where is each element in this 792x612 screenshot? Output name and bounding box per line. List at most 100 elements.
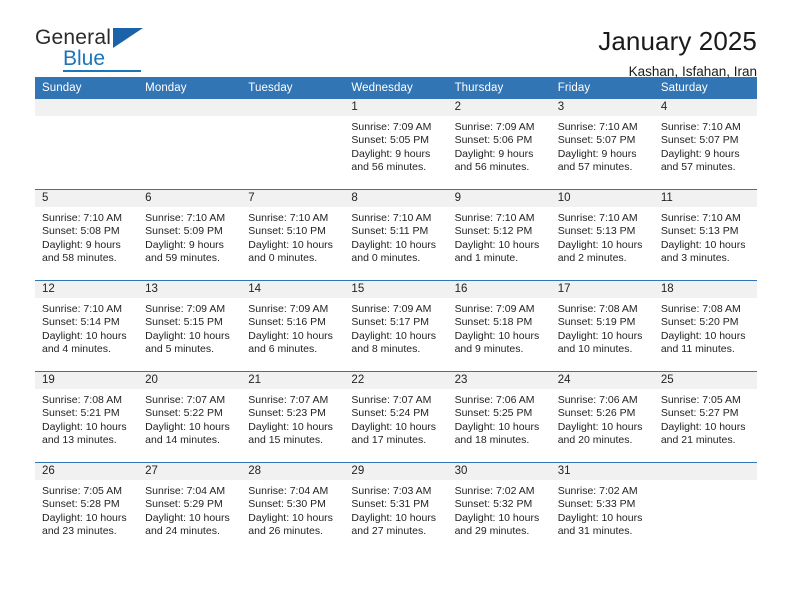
calendar-day-cell[interactable]: 4 Sunrise: 7:10 AM Sunset: 5:07 PM Daylight… bbox=[653, 99, 757, 190]
sunrise-time: Sunrise: 7:10 AM bbox=[557, 121, 638, 133]
day-number: 16 bbox=[447, 281, 551, 298]
day-cell-content: 17 Sunrise: 7:08 AM Sunset: 5:19 PM Dayligh… bbox=[550, 281, 654, 371]
day-cell-details: Sunrise: 7:10 AM Sunset: 5:11 PM Daylight:… bbox=[344, 207, 447, 266]
calendar-day-cell[interactable]: 18 Sunrise: 7:08 AM Sunset: 5:20 PM Dayligh… bbox=[653, 280, 757, 372]
day-number bbox=[138, 99, 242, 116]
day-cell-details: Sunrise: 7:10 AM Sunset: 5:07 PM Daylight:… bbox=[551, 116, 654, 175]
sunrise-time: Sunrise: 7:10 AM bbox=[660, 121, 741, 133]
general-blue-logo[interactable]: General Blue bbox=[35, 26, 155, 72]
day-cell-details: Sunrise: 7:10 AM Sunset: 5:08 PM Daylight:… bbox=[35, 207, 138, 266]
calendar-day-cell[interactable]: 8 Sunrise: 7:10 AM Sunset: 5:11 PM Daylight… bbox=[344, 189, 448, 281]
daylight-duration-line1: Daylight: 10 hours bbox=[557, 511, 643, 524]
day-cell-content: 18 Sunrise: 7:08 AM Sunset: 5:20 PM Dayligh… bbox=[653, 281, 757, 371]
day-number: 13 bbox=[138, 281, 242, 298]
calendar-day-cell bbox=[138, 99, 242, 190]
calendar-day-cell[interactable]: 16 Sunrise: 7:09 AM Sunset: 5:18 PM Dayligh… bbox=[447, 280, 551, 372]
daylight-duration-line2: and 57 minutes. bbox=[660, 161, 736, 174]
sunrise-time: Sunrise: 7:10 AM bbox=[351, 212, 432, 224]
sunset-time: Sunset: 5:26 PM bbox=[557, 407, 636, 420]
day-cell-details: Sunrise: 7:02 AM Sunset: 5:32 PM Daylight:… bbox=[448, 480, 551, 539]
page-subtitle-location: Kashan, Isfahan, Iran bbox=[628, 64, 757, 80]
day-number: 23 bbox=[447, 372, 551, 389]
sunrise-time: Sunrise: 7:08 AM bbox=[42, 394, 122, 406]
sunrise-time: Sunrise: 7:07 AM bbox=[248, 394, 329, 406]
day-cell-content: 24 Sunrise: 7:06 AM Sunset: 5:26 PM Dayligh… bbox=[550, 372, 654, 462]
sunset-time: Sunset: 5:07 PM bbox=[660, 134, 739, 147]
calendar-day-cell[interactable]: 23 Sunrise: 7:06 AM Sunset: 5:25 PM Dayligh… bbox=[447, 371, 551, 463]
day-cell-content: 15 Sunrise: 7:09 AM Sunset: 5:17 PM Dayligh… bbox=[344, 281, 448, 371]
calendar-day-cell[interactable]: 31 Sunrise: 7:02 AM Sunset: 5:33 PM Dayligh… bbox=[550, 462, 654, 553]
daylight-duration-line1: Daylight: 10 hours bbox=[42, 329, 127, 342]
sunset-time: Sunset: 5:05 PM bbox=[351, 134, 430, 147]
calendar-day-cell[interactable]: 12 Sunrise: 7:10 AM Sunset: 5:14 PM Dayligh… bbox=[35, 280, 139, 372]
day-cell-details: Sunrise: 7:09 AM Sunset: 5:15 PM Daylight:… bbox=[138, 298, 241, 357]
calendar-day-cell[interactable]: 21 Sunrise: 7:07 AM Sunset: 5:23 PM Dayligh… bbox=[241, 371, 345, 463]
calendar-day-cell[interactable]: 7 Sunrise: 7:10 AM Sunset: 5:10 PM Daylight… bbox=[241, 189, 345, 281]
day-cell-details: Sunrise: 7:05 AM Sunset: 5:27 PM Daylight:… bbox=[654, 389, 757, 448]
daylight-duration-line1: Daylight: 10 hours bbox=[145, 329, 230, 342]
calendar-day-cell[interactable]: 5 Sunrise: 7:10 AM Sunset: 5:08 PM Daylight… bbox=[35, 189, 139, 281]
calendar-day-cell[interactable]: 24 Sunrise: 7:06 AM Sunset: 5:26 PM Dayligh… bbox=[550, 371, 654, 463]
calendar-day-cell[interactable]: 19 Sunrise: 7:08 AM Sunset: 5:21 PM Dayligh… bbox=[35, 371, 139, 463]
day-cell-details: Sunrise: 7:09 AM Sunset: 5:18 PM Daylight:… bbox=[448, 298, 551, 357]
sunset-time: Sunset: 5:10 PM bbox=[248, 225, 326, 238]
daylight-duration-line1: Daylight: 10 hours bbox=[145, 511, 230, 524]
day-cell-details: Sunrise: 7:06 AM Sunset: 5:25 PM Daylight:… bbox=[448, 389, 551, 448]
day-cell-details: Sunrise: 7:10 AM Sunset: 5:13 PM Daylight:… bbox=[654, 207, 757, 266]
calendar-day-cell[interactable]: 29 Sunrise: 7:03 AM Sunset: 5:31 PM Dayligh… bbox=[344, 462, 448, 553]
daylight-duration-line2: and 29 minutes. bbox=[454, 525, 530, 538]
sunrise-time: Sunrise: 7:08 AM bbox=[557, 303, 638, 315]
sunrise-time: Sunrise: 7:09 AM bbox=[145, 303, 226, 315]
daylight-duration-line1: Daylight: 10 hours bbox=[351, 238, 437, 251]
calendar-day-cell[interactable]: 25 Sunrise: 7:05 AM Sunset: 5:27 PM Dayligh… bbox=[653, 371, 757, 463]
calendar-day-cell[interactable]: 11 Sunrise: 7:10 AM Sunset: 5:13 PM Dayligh… bbox=[653, 189, 757, 281]
sunrise-time: Sunrise: 7:02 AM bbox=[557, 485, 638, 497]
daylight-duration-line2: and 1 minute. bbox=[454, 252, 519, 265]
calendar-day-cell[interactable]: 20 Sunrise: 7:07 AM Sunset: 5:22 PM Dayligh… bbox=[138, 371, 242, 463]
calendar-day-cell[interactable]: 27 Sunrise: 7:04 AM Sunset: 5:29 PM Dayligh… bbox=[138, 462, 242, 553]
weekday-header-row: Sunday Monday Tuesday Wednesday Thursday… bbox=[35, 77, 757, 99]
calendar-day-cell[interactable]: 10 Sunrise: 7:10 AM Sunset: 5:13 PM Dayligh… bbox=[550, 189, 654, 281]
calendar-day-cell[interactable]: 9 Sunrise: 7:10 AM Sunset: 5:12 PM Daylight… bbox=[447, 189, 551, 281]
weekday-header-friday: Friday bbox=[550, 77, 654, 99]
daylight-duration-line1: Daylight: 10 hours bbox=[145, 420, 230, 433]
sunrise-time: Sunrise: 7:09 AM bbox=[248, 303, 329, 315]
daylight-duration-line1: Daylight: 10 hours bbox=[351, 420, 437, 433]
day-number: 11 bbox=[653, 190, 757, 207]
calendar-day-cell[interactable]: 14 Sunrise: 7:09 AM Sunset: 5:16 PM Dayligh… bbox=[241, 280, 345, 372]
calendar-day-cell[interactable]: 2 Sunrise: 7:09 AM Sunset: 5:06 PM Daylight… bbox=[447, 99, 551, 190]
sunrise-time: Sunrise: 7:10 AM bbox=[42, 212, 122, 224]
sunset-time: Sunset: 5:13 PM bbox=[557, 225, 636, 238]
day-cell-content: 1 Sunrise: 7:09 AM Sunset: 5:05 PM Daylight… bbox=[344, 99, 448, 189]
sunset-time: Sunset: 5:21 PM bbox=[42, 407, 120, 420]
calendar-day-cell[interactable]: 3 Sunrise: 7:10 AM Sunset: 5:07 PM Daylight… bbox=[550, 99, 654, 190]
calendar-day-cell[interactable]: 1 Sunrise: 7:09 AM Sunset: 5:05 PM Daylight… bbox=[344, 99, 448, 190]
weekday-header-tuesday: Tuesday bbox=[241, 77, 345, 99]
calendar-day-cell[interactable]: 30 Sunrise: 7:02 AM Sunset: 5:32 PM Dayligh… bbox=[447, 462, 551, 553]
sunrise-time: Sunrise: 7:02 AM bbox=[454, 485, 535, 497]
sunrise-time: Sunrise: 7:03 AM bbox=[351, 485, 432, 497]
sunset-time: Sunset: 5:27 PM bbox=[660, 407, 739, 420]
calendar-day-cell[interactable]: 26 Sunrise: 7:05 AM Sunset: 5:28 PM Dayligh… bbox=[35, 462, 139, 553]
daylight-duration-line2: and 6 minutes. bbox=[248, 343, 318, 356]
calendar-day-cell[interactable]: 15 Sunrise: 7:09 AM Sunset: 5:17 PM Dayligh… bbox=[344, 280, 448, 372]
calendar-body: 1 Sunrise: 7:09 AM Sunset: 5:05 PM Daylight… bbox=[35, 99, 757, 553]
calendar-day-cell bbox=[653, 462, 757, 553]
day-cell-details: Sunrise: 7:04 AM Sunset: 5:29 PM Daylight:… bbox=[138, 480, 241, 539]
calendar-day-cell[interactable]: 22 Sunrise: 7:07 AM Sunset: 5:24 PM Dayligh… bbox=[344, 371, 448, 463]
day-number bbox=[35, 99, 139, 116]
daylight-duration-line2: and 56 minutes. bbox=[351, 161, 427, 174]
day-cell-details: Sunrise: 7:10 AM Sunset: 5:13 PM Daylight:… bbox=[551, 207, 654, 266]
daylight-duration-line2: and 5 minutes. bbox=[145, 343, 215, 356]
day-cell-content: 11 Sunrise: 7:10 AM Sunset: 5:13 PM Dayligh… bbox=[653, 190, 757, 280]
day-number: 1 bbox=[344, 99, 448, 116]
calendar-day-cell[interactable]: 6 Sunrise: 7:10 AM Sunset: 5:09 PM Daylight… bbox=[138, 189, 242, 281]
calendar-day-cell[interactable]: 28 Sunrise: 7:04 AM Sunset: 5:30 PM Dayligh… bbox=[241, 462, 345, 553]
daylight-duration-line1: Daylight: 9 hours bbox=[42, 238, 121, 251]
daylight-duration-line2: and 9 minutes. bbox=[454, 343, 524, 356]
calendar-day-cell[interactable]: 17 Sunrise: 7:08 AM Sunset: 5:19 PM Dayligh… bbox=[550, 280, 654, 372]
sunset-time: Sunset: 5:12 PM bbox=[454, 225, 533, 238]
day-number: 25 bbox=[653, 372, 757, 389]
day-cell-content bbox=[653, 463, 757, 553]
calendar-day-cell[interactable]: 13 Sunrise: 7:09 AM Sunset: 5:15 PM Dayligh… bbox=[138, 280, 242, 372]
